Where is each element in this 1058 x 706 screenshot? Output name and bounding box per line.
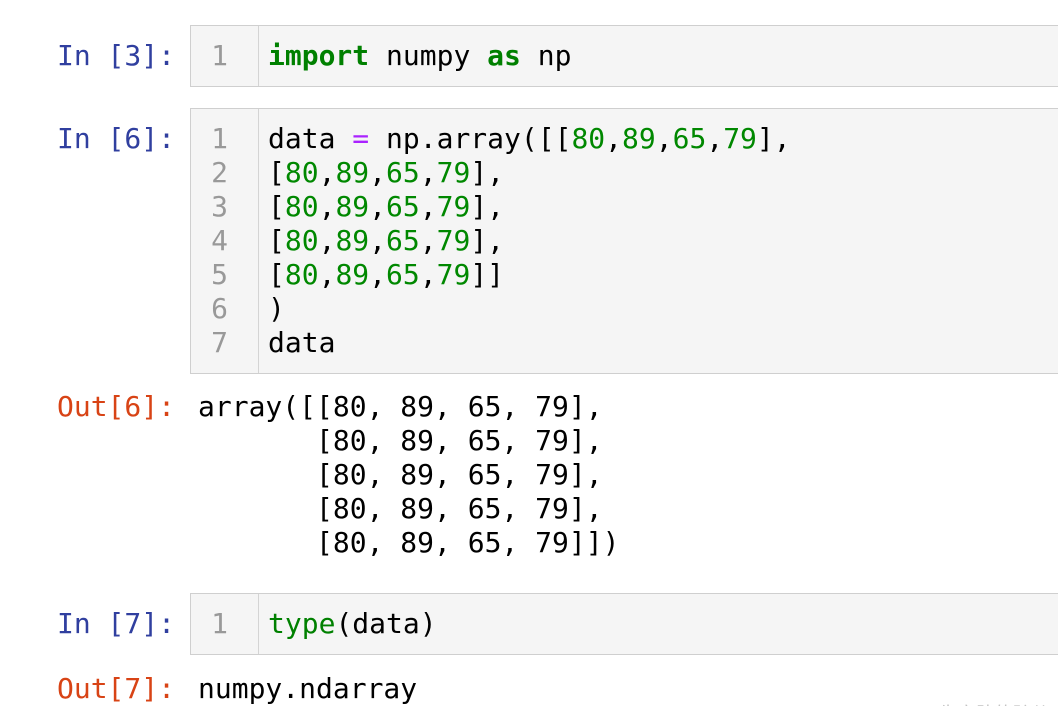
line-number: 1: [211, 607, 228, 640]
code-editor[interactable]: 1 import numpy as np: [190, 25, 1058, 87]
line-number-gutter: 1: [191, 26, 259, 86]
input-prompt: In [6]:: [56, 122, 175, 155]
code-editor[interactable]: 1234567 data = np.array([[80,89,65,79],[…: [190, 108, 1058, 374]
code-line[interactable]: [80,89,65,79],: [268, 156, 791, 190]
output-prompt: Out[6]:: [56, 390, 175, 423]
code-line[interactable]: [80,89,65,79]]: [268, 258, 791, 292]
code-line[interactable]: import numpy as np: [268, 39, 571, 73]
code-content[interactable]: data = np.array([[80,89,65,79], [80,89,65…: [259, 109, 791, 373]
code-line[interactable]: data: [268, 326, 791, 360]
line-number: 1: [211, 39, 228, 72]
output-text: numpy.ndarray: [198, 672, 418, 705]
code-line[interactable]: data = np.array([[80,89,65,79],: [268, 122, 791, 156]
line-number: 5: [211, 258, 228, 291]
csdn-watermark: CSDN @生产队的驴儿: [862, 700, 1050, 706]
code-cell-in7: In [7]: 1 type(data): [0, 593, 1058, 655]
line-number-gutter: 1234567: [191, 109, 259, 373]
line-number: 1: [211, 122, 228, 155]
code-line[interactable]: [80,89,65,79],: [268, 190, 791, 224]
input-prompt: In [7]:: [56, 607, 175, 640]
line-number: 7: [211, 326, 228, 359]
output-cell-out6: Out[6]: array([[80, 89, 65, 79], [80, 89…: [0, 390, 1058, 560]
code-line[interactable]: ): [268, 292, 791, 326]
line-number-gutter: 1: [191, 594, 259, 654]
notebook-page: In [3]: 1 import numpy as np In [6]: 123…: [0, 25, 1058, 706]
line-number: 2: [211, 156, 228, 189]
line-number: 4: [211, 224, 228, 257]
line-number: 3: [211, 190, 228, 223]
code-cell-in6: In [6]: 1234567 data = np.array([[80,89,…: [0, 108, 1058, 374]
code-content[interactable]: type(data): [259, 594, 437, 654]
output-prompt: Out[7]:: [56, 672, 175, 705]
line-number: 6: [211, 292, 228, 325]
code-content[interactable]: import numpy as np: [259, 26, 571, 86]
input-prompt: In [3]:: [56, 39, 175, 72]
code-line[interactable]: type(data): [268, 607, 437, 641]
code-cell-in3: In [3]: 1 import numpy as np: [0, 25, 1058, 87]
output-text: array([[80, 89, 65, 79], [80, 89, 65, 79…: [198, 390, 620, 559]
code-line[interactable]: [80,89,65,79],: [268, 224, 791, 258]
code-editor[interactable]: 1 type(data): [190, 593, 1058, 655]
